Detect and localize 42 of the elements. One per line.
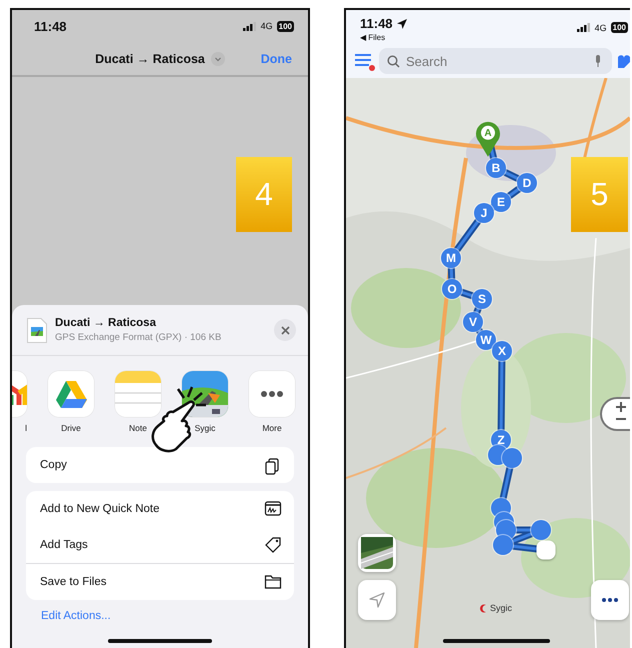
document-title: Ducati → Raticosa [95,52,205,66]
back-link[interactable]: ◀ Files [360,33,407,42]
edit-actions-link[interactable]: Edit Actions... [41,610,111,622]
app-label[interactable]: Note [129,423,147,433]
close-icon [280,326,290,334]
status-time: 11:48 [360,16,393,31]
action-row[interactable]: Copy [26,447,294,483]
menu-icon [354,53,372,67]
tag-icon [264,535,282,555]
app-tile[interactable] [115,371,161,417]
location-arrow-icon [396,18,407,28]
battery-indicator: 100 [610,22,628,33]
search-field[interactable]: Search [379,48,612,74]
step-badge: 4 [236,157,292,232]
signal-icon [242,22,257,30]
file-title: Ducati → Raticosa [55,317,157,329]
action-row[interactable]: Add to New Quick Note [26,491,294,527]
app-label[interactable]: Drive [61,423,81,433]
battery-indicator: 100 [276,20,294,32]
heart-icon[interactable] [618,54,630,68]
action-label: Save to Files [40,576,106,588]
close-button[interactable] [274,319,296,341]
network-label: 4G [260,21,273,31]
menu-button[interactable] [353,53,373,69]
action-label: Add Tags [40,539,88,551]
search-icon [387,55,400,68]
action-label: Copy [40,459,67,471]
file-icon [27,318,47,342]
app-tile[interactable] [249,371,295,417]
app-label[interactable]: Sygic [194,423,216,433]
action-label: Add to New Quick Note [40,503,160,515]
app-tile[interactable] [48,371,94,417]
network-label: 4G [594,22,607,32]
action-row[interactable]: Save to Files [26,564,294,600]
app-label[interactable]: l [25,423,27,433]
status-time: 11:48 [34,18,67,34]
app-label[interactable]: More [262,423,282,433]
signal-icon [576,23,591,32]
action-row[interactable]: Add Tags [26,527,294,563]
chevron-down-icon[interactable] [210,52,225,66]
microphone-icon[interactable] [594,55,602,67]
file-info: GPS Exchange Format (GPX) · 106 KB [55,332,222,343]
